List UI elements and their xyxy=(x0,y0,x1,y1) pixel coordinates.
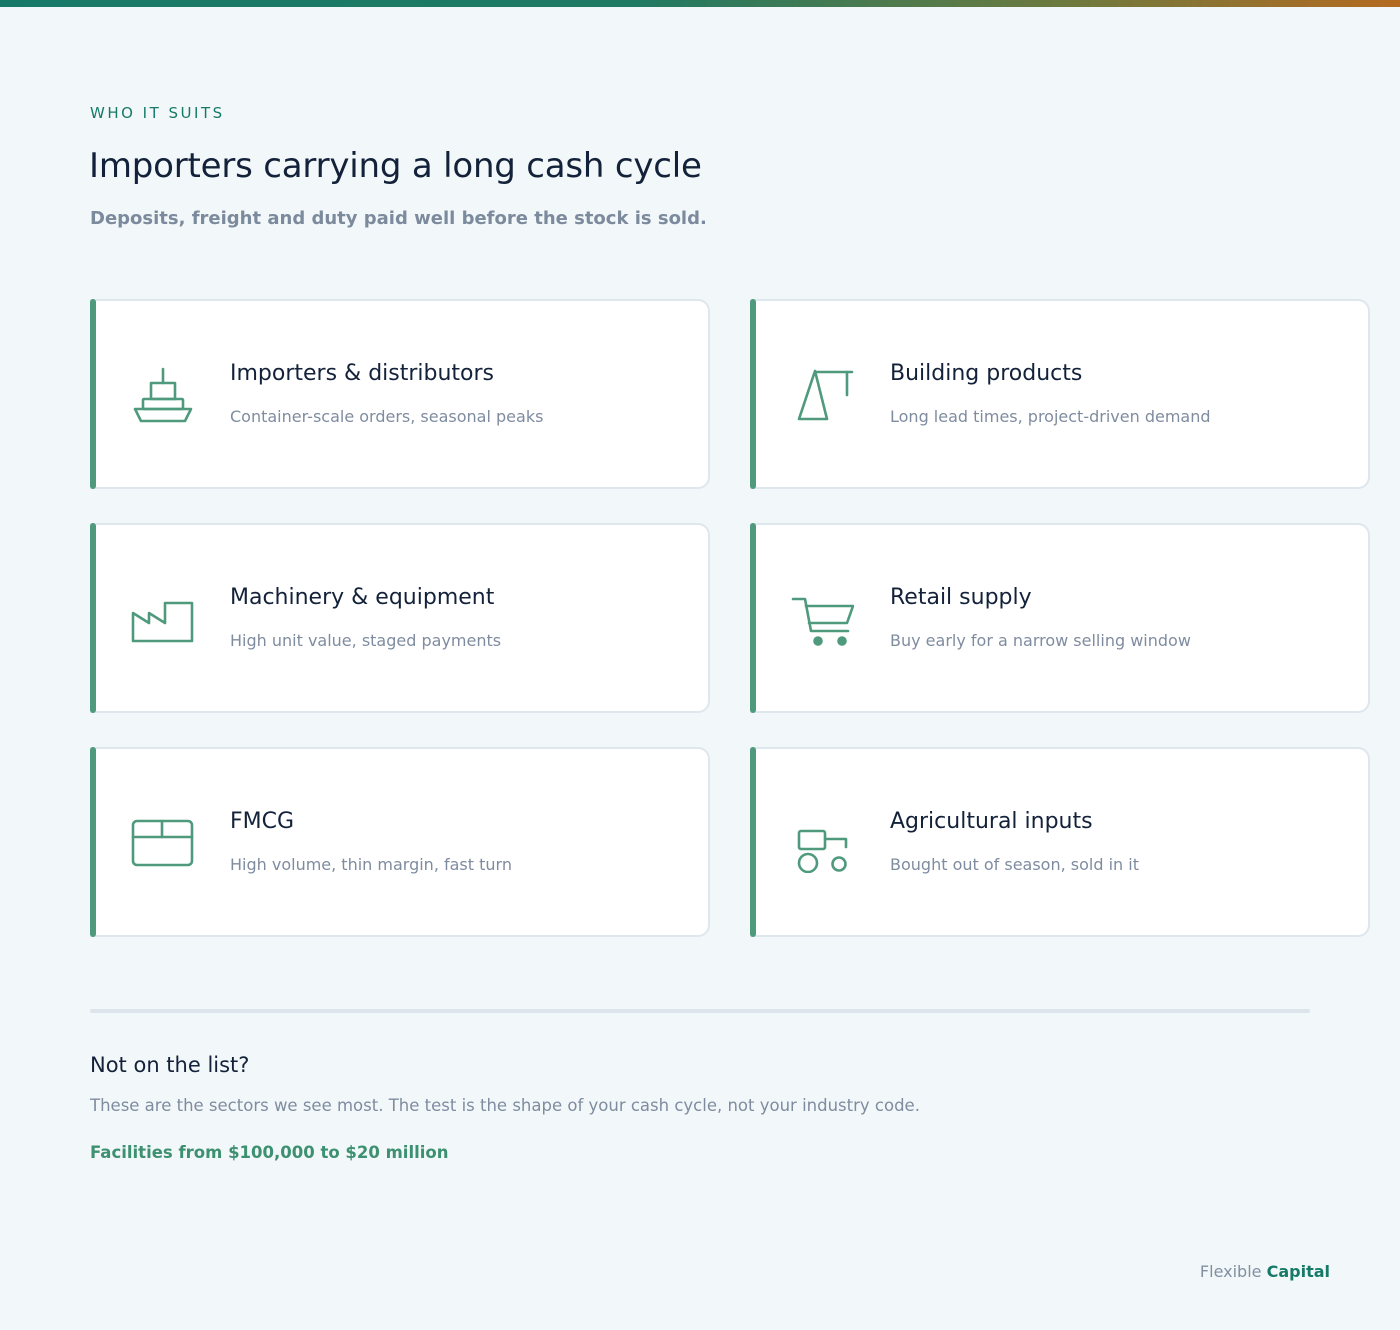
crane-icon xyxy=(790,365,854,425)
sector-title: Building products xyxy=(890,361,1083,386)
sector-title: Machinery & equipment xyxy=(230,585,495,610)
section-divider xyxy=(90,1009,1310,1013)
sector-description: Long lead times, project-driven demand xyxy=(890,407,1211,426)
sector-card-machinery: Machinery & equipment High unit value, s… xyxy=(90,523,710,713)
page-subtitle: Deposits, freight and duty paid well bef… xyxy=(90,208,707,229)
factory-icon xyxy=(130,589,194,649)
sector-card-retail: Retail supply Buy early for a narrow sel… xyxy=(750,523,1370,713)
facilities-link[interactable]: Facilities from $100,000 to $20 million xyxy=(90,1143,449,1162)
sector-description: Buy early for a narrow selling window xyxy=(890,631,1191,650)
not-on-list-heading: Not on the list? xyxy=(90,1053,250,1077)
brand-name-part1: Flexible xyxy=(1199,1262,1262,1281)
top-accent-bar xyxy=(0,0,1400,7)
ship-icon xyxy=(130,365,194,425)
sector-title: Retail supply xyxy=(890,585,1032,610)
sector-card-importers: Importers & distributors Container-scale… xyxy=(90,299,710,489)
not-on-list-text: These are the sectors we see most. The t… xyxy=(90,1096,920,1115)
section-eyebrow: WHO IT SUITS xyxy=(90,104,225,122)
sector-card-agricultural: Agricultural inputs Bought out of season… xyxy=(750,747,1370,937)
page-title: Importers carrying a long cash cycle xyxy=(89,146,702,186)
sector-description: High volume, thin margin, fast turn xyxy=(230,855,512,874)
sector-title: FMCG xyxy=(230,809,295,834)
cart-icon xyxy=(790,589,854,649)
sector-card-building: Building products Long lead times, proje… xyxy=(750,299,1370,489)
sector-description: Bought out of season, sold in it xyxy=(890,855,1139,874)
brand-logo[interactable]: Flexible Capital xyxy=(1200,1262,1330,1281)
sector-title: Agricultural inputs xyxy=(890,809,1093,834)
sector-card-fmcg: FMCG High volume, thin margin, fast turn xyxy=(90,747,710,937)
sector-title: Importers & distributors xyxy=(230,361,495,386)
brand-name-part2: Capital xyxy=(1266,1262,1330,1281)
box-icon xyxy=(130,813,194,873)
sector-description: Container-scale orders, seasonal peaks xyxy=(230,407,544,426)
tractor-icon xyxy=(790,813,854,873)
sector-description: High unit value, staged payments xyxy=(230,631,502,650)
